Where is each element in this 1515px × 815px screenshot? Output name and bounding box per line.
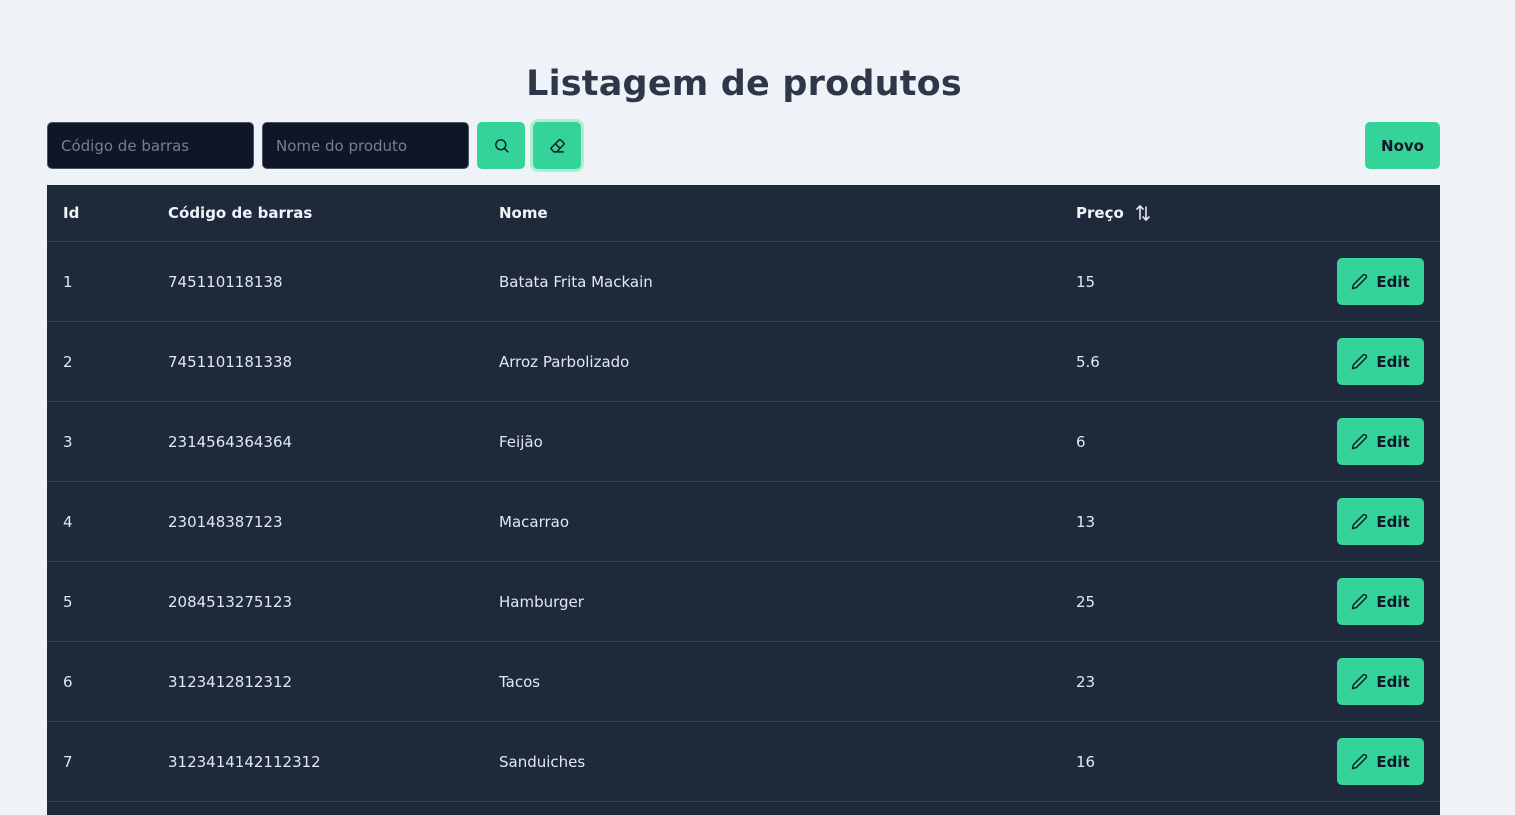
pencil-icon bbox=[1352, 353, 1368, 370]
pencil-icon bbox=[1352, 273, 1368, 290]
edit-button[interactable]: Edit bbox=[1337, 738, 1424, 785]
cell-actions: Edit bbox=[1306, 641, 1440, 722]
header-id: Id bbox=[47, 185, 168, 242]
pencil-icon bbox=[1352, 433, 1368, 450]
cell-barcode: 3123412812312 bbox=[168, 641, 499, 722]
pencil-icon bbox=[1352, 673, 1368, 690]
header-name: Nome bbox=[499, 185, 1076, 242]
header-price-label: Preço bbox=[1076, 203, 1124, 222]
cell-actions: Edit bbox=[1306, 321, 1440, 402]
cell-price: 5.6 bbox=[1076, 321, 1306, 402]
cell-barcode: 3123414142112312 bbox=[168, 721, 499, 802]
barcode-filter-input[interactable] bbox=[47, 122, 254, 169]
header-price[interactable]: Preço bbox=[1076, 185, 1306, 242]
table-body: 1 745110118138 Batata Frita Mackain 15 Edit 2… bbox=[47, 241, 1440, 802]
edit-button-label: Edit bbox=[1376, 352, 1410, 371]
cell-price: 16 bbox=[1076, 721, 1306, 802]
cell-barcode: 2084513275123 bbox=[168, 561, 499, 642]
cell-price: 15 bbox=[1076, 241, 1306, 322]
table-header-row: Id Código de barras Nome Preço bbox=[47, 185, 1440, 242]
table-row: 6 3123412812312 Tacos 23 Edit bbox=[47, 641, 1440, 722]
product-name-filter-input[interactable] bbox=[262, 122, 469, 169]
cell-actions: Edit bbox=[1306, 241, 1440, 322]
cell-price: 25 bbox=[1076, 561, 1306, 642]
cell-price: 13 bbox=[1076, 481, 1306, 562]
edit-button[interactable]: Edit bbox=[1337, 338, 1424, 385]
product-list-page: Listagem de produtos Novo Id Código de b… bbox=[0, 0, 1515, 815]
cell-barcode: 745110118138 bbox=[168, 241, 499, 322]
table-row: 7 3123414142112312 Sanduiches 16 Edit bbox=[47, 721, 1440, 802]
table-row: 2 7451101181338 Arroz Parbolizado 5.6 Edit bbox=[47, 321, 1440, 402]
cell-actions: Edit bbox=[1306, 481, 1440, 562]
edit-button-label: Edit bbox=[1376, 512, 1410, 531]
search-button[interactable] bbox=[477, 122, 525, 169]
cell-id: 2 bbox=[47, 321, 168, 402]
edit-button-label: Edit bbox=[1376, 272, 1410, 291]
table-row: 3 2314564364364 Feijão 6 Edit bbox=[47, 401, 1440, 482]
cell-actions: Edit bbox=[1306, 401, 1440, 482]
cell-name: Batata Frita Mackain bbox=[499, 241, 1076, 322]
cell-barcode: 230148387123 bbox=[168, 481, 499, 562]
cell-price: 6 bbox=[1076, 401, 1306, 482]
cell-name: Arroz Parbolizado bbox=[499, 321, 1076, 402]
new-product-button[interactable]: Novo bbox=[1365, 122, 1440, 169]
cell-barcode: 2314564364364 bbox=[168, 401, 499, 482]
edit-button[interactable]: Edit bbox=[1337, 578, 1424, 625]
table-row: 4 230148387123 Macarrao 13 Edit bbox=[47, 481, 1440, 562]
cell-name: Feijão bbox=[499, 401, 1076, 482]
cell-id: 3 bbox=[47, 401, 168, 482]
header-actions bbox=[1306, 185, 1440, 242]
table-row: 5 2084513275123 Hamburger 25 Edit bbox=[47, 561, 1440, 642]
header-barcode: Código de barras bbox=[168, 185, 499, 242]
edit-button[interactable]: Edit bbox=[1337, 658, 1424, 705]
cell-id: 5 bbox=[47, 561, 168, 642]
cell-price: 23 bbox=[1076, 641, 1306, 722]
cell-barcode: 7451101181338 bbox=[168, 321, 499, 402]
eraser-icon bbox=[549, 139, 565, 153]
filter-toolbar: Novo bbox=[47, 122, 1440, 169]
sort-arrows-icon[interactable] bbox=[1135, 204, 1151, 222]
cell-id: 7 bbox=[47, 721, 168, 802]
cell-id: 4 bbox=[47, 481, 168, 562]
cell-id: 1 bbox=[47, 241, 168, 322]
products-table: Id Código de barras Nome Preço 1 7451101… bbox=[47, 185, 1440, 802]
cell-name: Tacos bbox=[499, 641, 1076, 722]
edit-button[interactable]: Edit bbox=[1337, 418, 1424, 465]
cell-name: Hamburger bbox=[499, 561, 1076, 642]
edit-button-label: Edit bbox=[1376, 672, 1410, 691]
edit-button-label: Edit bbox=[1376, 752, 1410, 771]
cell-id: 6 bbox=[47, 641, 168, 722]
pencil-icon bbox=[1352, 593, 1368, 610]
cell-name: Sanduiches bbox=[499, 721, 1076, 802]
cell-actions: Edit bbox=[1306, 721, 1440, 802]
clear-filters-button[interactable] bbox=[533, 122, 581, 169]
cell-name: Macarrao bbox=[499, 481, 1076, 562]
pencil-icon bbox=[1352, 753, 1368, 770]
edit-button[interactable]: Edit bbox=[1337, 498, 1424, 545]
edit-button-label: Edit bbox=[1376, 592, 1410, 611]
search-icon bbox=[494, 139, 509, 153]
table-row: 1 745110118138 Batata Frita Mackain 15 Edit bbox=[47, 241, 1440, 322]
products-table-container: Id Código de barras Nome Preço 1 7451101… bbox=[47, 185, 1440, 815]
cell-actions: Edit bbox=[1306, 561, 1440, 642]
edit-button[interactable]: Edit bbox=[1337, 258, 1424, 305]
edit-button-label: Edit bbox=[1376, 432, 1410, 451]
page-title: Listagem de produtos bbox=[526, 64, 962, 104]
pencil-icon bbox=[1352, 513, 1368, 530]
